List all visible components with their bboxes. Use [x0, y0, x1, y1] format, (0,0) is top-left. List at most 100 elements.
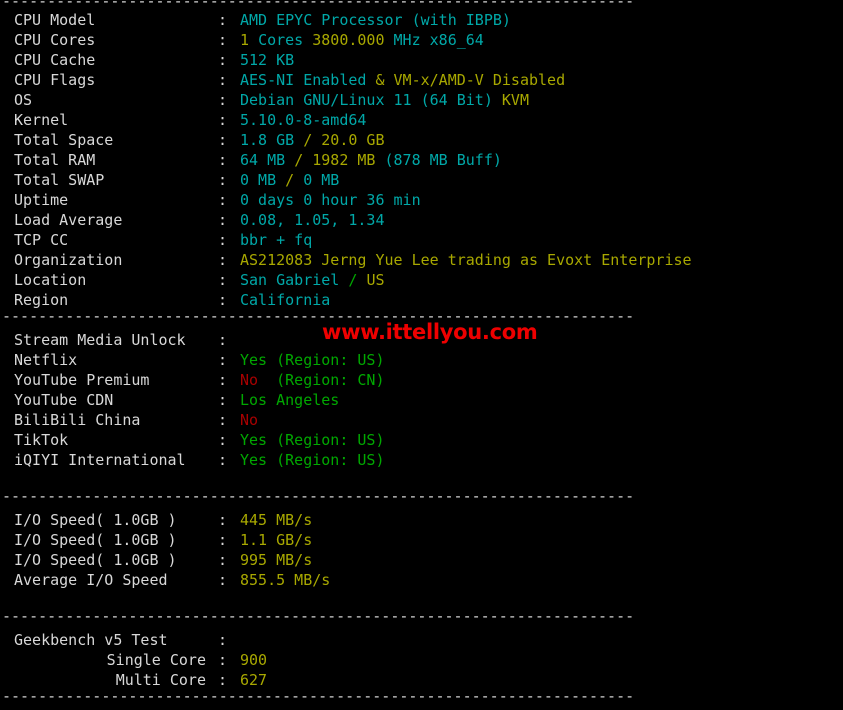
info-label: Stream Media Unlock — [14, 331, 186, 349]
info-row: I/O Speed( 1.0GB ):1.1 GB/s — [0, 530, 843, 550]
info-value: 0 MB / 0 MB — [240, 171, 339, 189]
value-fragment: / — [348, 271, 367, 289]
separator-top: ----------------------------------------… — [0, 0, 843, 10]
info-colon: : — [218, 331, 228, 349]
info-row: I/O Speed( 1.0GB ):995 MB/s — [0, 550, 843, 570]
info-value: 445 MB/s — [240, 511, 312, 529]
info-value: 1 Cores 3800.000 MHz x86_64 — [240, 31, 484, 49]
info-value: AES-NI Enabled & VM-x/AMD-V Disabled — [240, 71, 565, 89]
value-fragment: 0 MB — [303, 171, 340, 189]
value-fragment: California — [240, 291, 331, 309]
info-label: Multi Core — [115, 671, 206, 689]
info-value: San Gabriel / US — [240, 271, 385, 289]
value-fragment: 512 KB — [240, 51, 295, 69]
info-colon: : — [218, 191, 228, 209]
separator-after-io: ----------------------------------------… — [0, 610, 843, 630]
value-fragment: US — [366, 271, 385, 289]
info-colon: : — [218, 171, 228, 189]
info-colon: : — [218, 371, 228, 389]
info-value: No (Region: CN) — [240, 371, 385, 389]
value-fragment: 995 MB/s — [240, 551, 313, 569]
value-fragment: No — [240, 371, 259, 389]
info-colon: : — [218, 131, 228, 149]
info-label: CPU Flags — [14, 71, 96, 89]
info-label: I/O Speed( 1.0GB ) — [14, 551, 177, 569]
info-colon: : — [218, 51, 228, 69]
value-fragment: VM-x/AMD-V — [393, 71, 493, 89]
info-label: CPU Cache — [14, 51, 96, 69]
value-fragment: 64 MB — [240, 151, 295, 169]
value-fragment: No — [240, 411, 259, 429]
value-fragment: 20.0 GB — [321, 131, 385, 149]
info-row: Total RAM:64 MB / 1982 MB (878 MB Buff) — [0, 150, 843, 170]
info-row: Location: San Gabriel / US — [0, 270, 843, 290]
info-label: I/O Speed( 1.0GB ) — [14, 511, 177, 529]
watermark: www.ittellyou.com — [322, 320, 538, 344]
info-label: Netflix — [14, 351, 78, 369]
io-speed-section: I/O Speed( 1.0GB ):445 MB/s I/O Speed( 1.… — [0, 510, 843, 590]
info-value: AS212083 Jerng Yue Lee trading as Evoxt … — [240, 251, 692, 269]
value-fragment: bbr + fq — [240, 231, 313, 249]
info-value: 855.5 MB/s — [240, 571, 330, 589]
separator-line: ----------------------------------------… — [2, 490, 635, 505]
info-value: 627 — [240, 671, 267, 689]
info-colon: : — [218, 231, 228, 249]
info-row: CPU Flags: AES-NI Enabled & VM-x/AMD-V Di… — [0, 70, 843, 90]
info-colon: : — [218, 531, 228, 549]
value-fragment: 0.08, 1.05, 1.34 — [240, 211, 385, 229]
separator-after-stream: ----------------------------------------… — [0, 490, 843, 510]
info-value: 0 days 0 hour 36 min — [240, 191, 421, 209]
info-row: YouTube Premium: No (Region: CN) — [0, 370, 843, 390]
info-value: Debian GNU/Linux 11 (64 Bit) KVM — [240, 91, 529, 109]
value-fragment: Disabled — [492, 71, 566, 89]
info-row: Total SWAP:0 MB / 0 MB — [0, 170, 843, 190]
info-row: Multi Core:627 — [0, 670, 843, 690]
info-label: Average I/O Speed — [14, 571, 168, 589]
value-fragment: Cores — [258, 31, 313, 49]
info-colon: : — [218, 451, 228, 469]
info-label: Location — [14, 271, 87, 289]
info-label: I/O Speed( 1.0GB ) — [14, 531, 177, 549]
info-label: OS — [14, 91, 33, 109]
info-colon: : — [218, 251, 228, 269]
system-info-section: CPU Model: AMD EPYC Processor (with IBPB)… — [0, 10, 843, 310]
value-fragment: Yes (Region: US) — [240, 451, 385, 469]
info-colon: : — [218, 511, 228, 529]
info-value: 512 KB — [240, 51, 294, 69]
value-fragment: San Gabriel — [240, 271, 349, 289]
info-label: YouTube Premium — [14, 371, 150, 389]
geekbench-section: Geekbench v5 Test: Single Core:900 Multi C… — [0, 630, 843, 690]
info-value: 1.8 GB / 20.0 GB — [240, 131, 385, 149]
info-row: Average I/O Speed:855.5 MB/s — [0, 570, 843, 590]
info-colon: : — [218, 291, 228, 309]
info-value: 0.08, 1.05, 1.34 — [240, 211, 385, 229]
info-row: YouTube CDN: Los Angeles — [0, 390, 843, 410]
info-colon: : — [218, 351, 228, 369]
info-value: 1.1 GB/s — [240, 531, 312, 549]
info-row: TikTok: Yes (Region: US) — [0, 430, 843, 450]
info-colon: : — [218, 91, 228, 109]
info-value: 995 MB/s — [240, 551, 312, 569]
info-colon: : — [218, 71, 228, 89]
value-fragment: 855.5 MB/s — [240, 571, 331, 589]
info-colon: : — [218, 111, 228, 129]
info-colon: : — [218, 11, 228, 29]
value-fragment: Debian GNU/Linux 11 (64 Bit) — [240, 91, 502, 109]
value-fragment: Yes (Region: US) — [240, 351, 385, 369]
info-label: CPU Model — [14, 11, 96, 29]
info-row: Single Core:900 — [0, 650, 843, 670]
info-row: Region: California — [0, 290, 843, 310]
info-label: Total RAM — [14, 151, 96, 169]
info-colon: : — [218, 571, 228, 589]
info-label: Region — [14, 291, 69, 309]
value-fragment: 1982 MB — [312, 151, 385, 169]
value-fragment: / — [303, 131, 322, 149]
value-fragment: 627 — [240, 671, 268, 689]
value-fragment: 0 MB — [240, 171, 286, 189]
info-label: YouTube CDN — [14, 391, 114, 409]
info-row: BiliBili China: No — [0, 410, 843, 430]
value-fragment: 3800.000 — [312, 31, 394, 49]
info-label: Kernel — [14, 111, 69, 129]
info-value: Yes (Region: US) — [240, 451, 385, 469]
